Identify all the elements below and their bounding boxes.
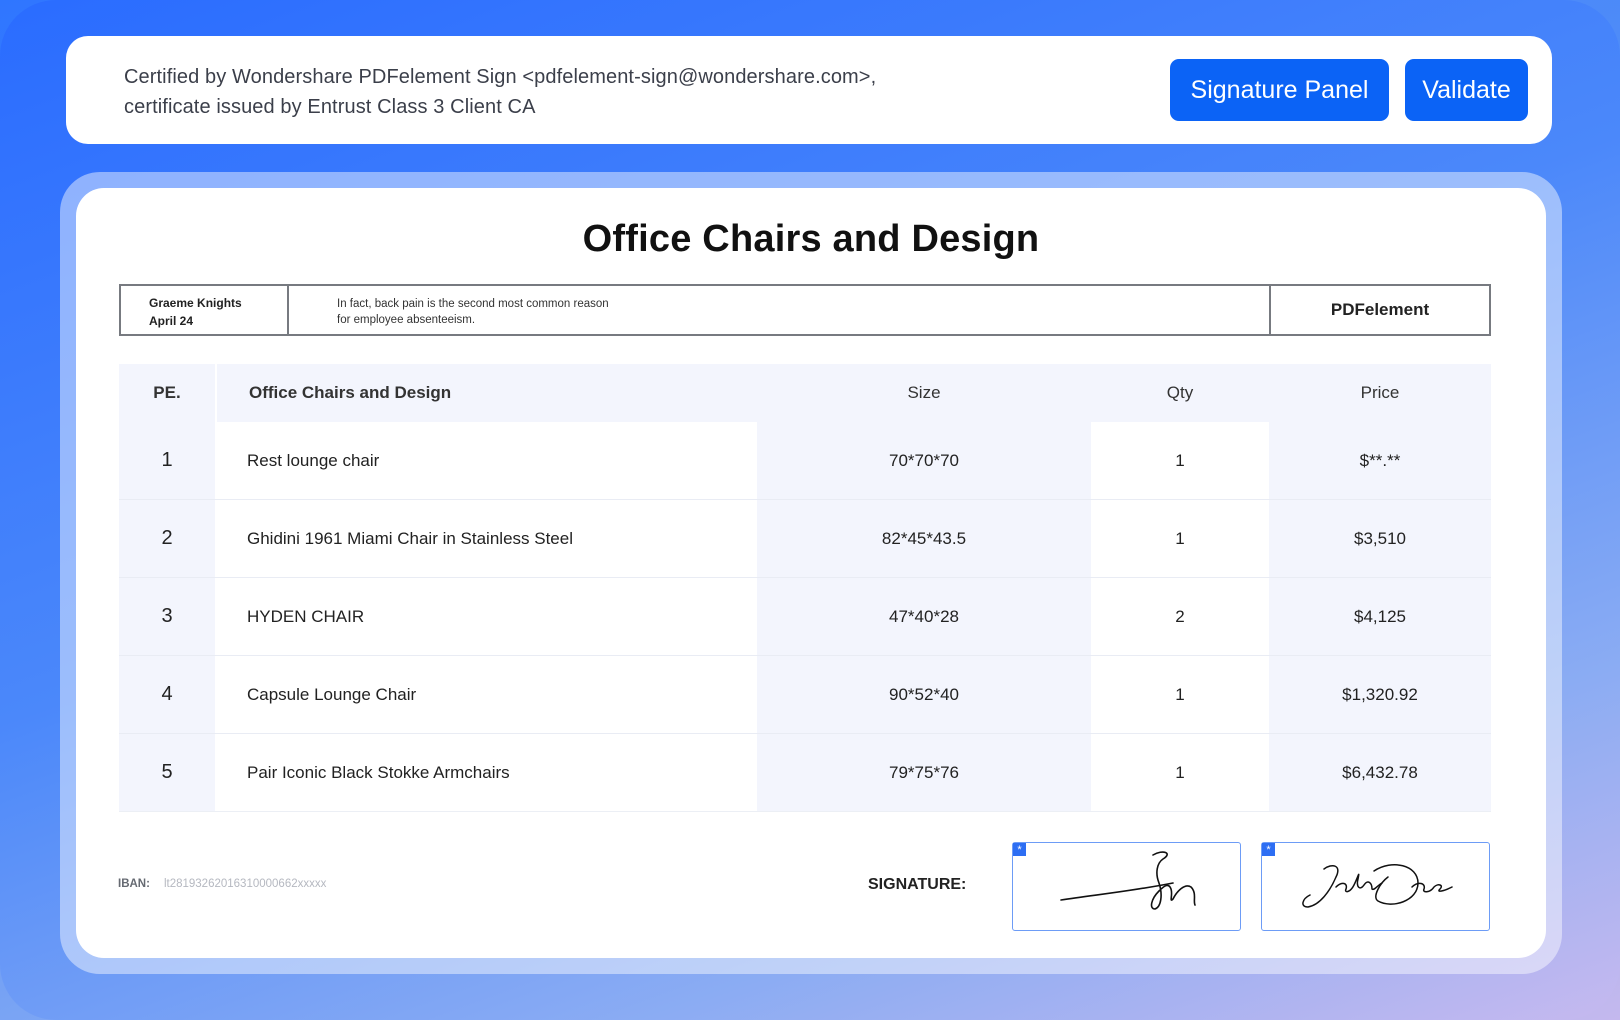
table-row: 4 Capsule Lounge Chair 90*52*40 1 $1,320… (119, 656, 1491, 734)
row-size: 47*40*28 (757, 578, 1091, 655)
row-number: 5 (119, 734, 215, 811)
row-number: 2 (119, 500, 215, 577)
author-cell: Graeme Knights April 24 (121, 286, 289, 334)
row-name: Pair Iconic Black Stokke Armchairs (215, 734, 757, 811)
signature-panel-button[interactable]: Signature Panel (1170, 59, 1389, 121)
handwritten-signature-1 (1060, 851, 1196, 910)
document-page: Office Chairs and Design Graeme Knights … (76, 188, 1546, 958)
author-name: Graeme Knights (149, 296, 242, 310)
app-background: Certified by Wondershare PDFelement Sign… (0, 0, 1620, 1020)
signature-field-1[interactable]: * (1012, 842, 1241, 931)
validate-button[interactable]: Validate (1405, 59, 1528, 121)
items-table: PE. Office Chairs and Design Size Qty Pr… (119, 364, 1491, 812)
header-qty: Qty (1091, 364, 1269, 422)
row-qty: 1 (1091, 734, 1269, 811)
note-line-1: In fact, back pain is the second most co… (337, 298, 609, 310)
header-title: Office Chairs and Design (215, 364, 757, 422)
row-name: HYDEN CHAIR (215, 578, 757, 655)
table-row: 1 Rest lounge chair 70*70*70 1 $**.** (119, 422, 1491, 500)
row-qty: 1 (1091, 656, 1269, 733)
certificate-bar: Certified by Wondershare PDFelement Sign… (66, 36, 1552, 144)
certificate-line-2: certificate issued by Entrust Class 3 Cl… (124, 96, 536, 118)
row-price: $4,125 (1269, 578, 1491, 655)
brand-cell: PDFelement (1330, 300, 1430, 319)
row-qty: 1 (1091, 422, 1269, 499)
table-row: 3 HYDEN CHAIR 47*40*28 2 $4,125 (119, 578, 1491, 656)
row-size: 70*70*70 (757, 422, 1091, 499)
row-qty: 2 (1091, 578, 1269, 655)
handwritten-signature-2 (1302, 864, 1453, 908)
author-date: April 24 (149, 314, 194, 328)
row-number: 4 (119, 656, 215, 733)
document-title: Office Chairs and Design (582, 218, 1040, 260)
note-cell: In fact, back pain is the second most co… (289, 286, 1271, 334)
row-name: Ghidini 1961 Miami Chair in Stainless St… (215, 500, 757, 577)
row-number: 1 (119, 422, 215, 499)
row-price: $6,432.78 (1269, 734, 1491, 811)
table-row: 2 Ghidini 1961 Miami Chair in Stainless … (119, 500, 1491, 578)
iban: IBAN: lt2819326201631000066​2xxxxx (118, 878, 326, 890)
row-size: 90*52*40 (757, 656, 1091, 733)
row-size: 82*45*43.5 (757, 500, 1091, 577)
info-strip: Graeme Knights April 24 In fact, back pa… (119, 284, 1491, 336)
row-price: $1,320.92 (1269, 656, 1491, 733)
iban-label: IBAN: (118, 878, 150, 890)
certificate-info: Certified by Wondershare PDFelement Sign… (124, 62, 984, 122)
row-name: Capsule Lounge Chair (215, 656, 757, 733)
row-name: Rest lounge chair (215, 422, 757, 499)
signature-label: SIGNATURE: (868, 876, 967, 893)
note-line-2: for employee absenteeism. (337, 314, 476, 326)
header-pe: PE. (119, 364, 215, 422)
certificate-line-1: Certified by Wondershare PDFelement Sign… (124, 66, 877, 88)
row-size: 79*75*76 (757, 734, 1091, 811)
signature-field-2[interactable]: * (1261, 842, 1490, 931)
table-row: 5 Pair Iconic Black Stokke Armchairs 79*… (119, 734, 1491, 812)
row-price: $3,510 (1269, 500, 1491, 577)
row-qty: 1 (1091, 500, 1269, 577)
row-number: 3 (119, 578, 215, 655)
header-price: Price (1269, 364, 1491, 422)
iban-value: lt2819326201631000066​2xxxxx (163, 878, 327, 890)
header-size: Size (757, 364, 1091, 422)
table-header: PE. Office Chairs and Design Size Qty Pr… (119, 364, 1491, 422)
row-price: $**.** (1269, 422, 1491, 499)
